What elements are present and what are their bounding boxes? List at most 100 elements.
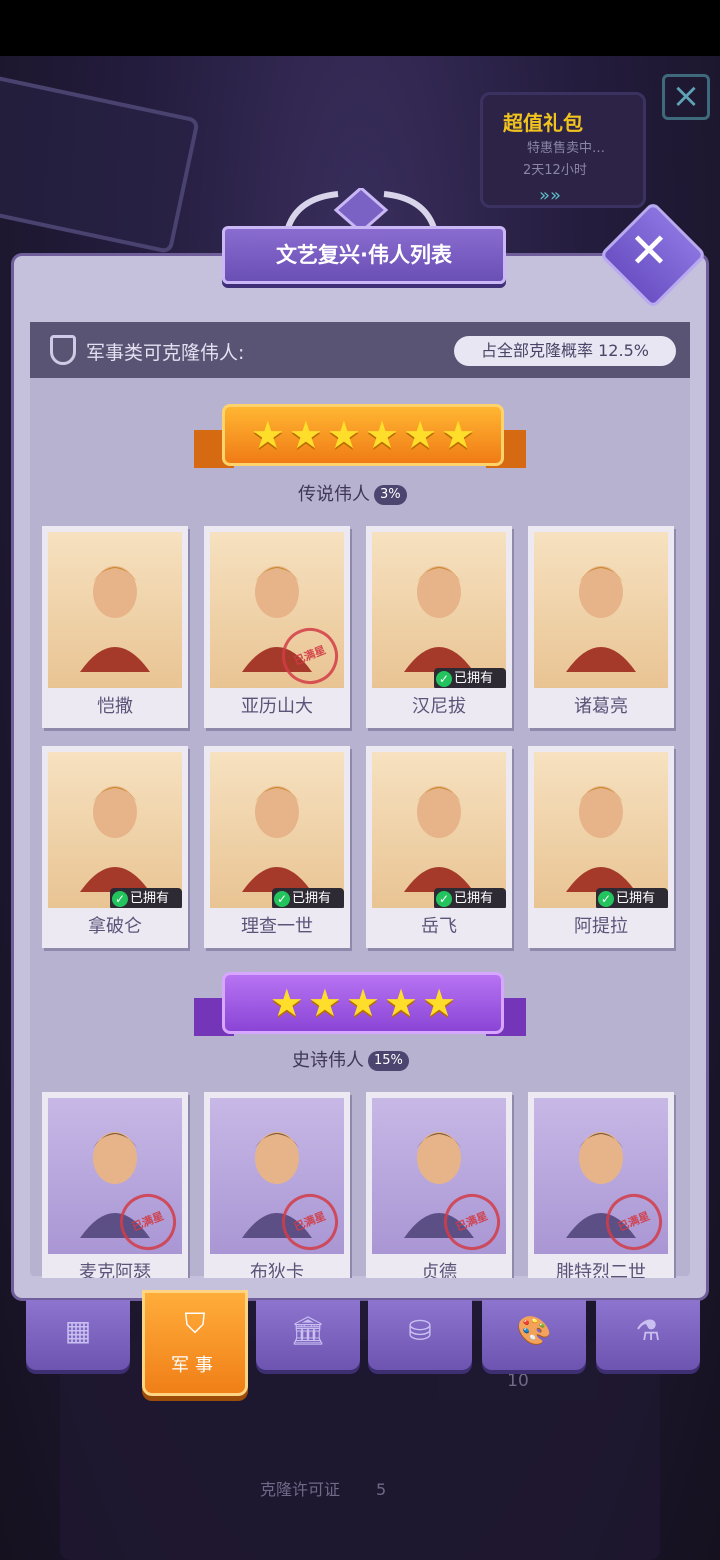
hero-portrait: 已满星 [48, 1098, 182, 1254]
epic-section-title: 史诗伟人 15% [292, 1046, 409, 1072]
hero-name: 布狄卡 [250, 1262, 304, 1278]
license-label: 克隆许可证 [260, 1480, 341, 1499]
star-icon: ★ [345, 981, 381, 1025]
promo-timer: 2天12小时 [523, 163, 587, 178]
section-percent-badge: 3% [374, 485, 407, 505]
star-icon: ★ [326, 413, 361, 457]
hero-portrait: 已满星 [372, 1098, 506, 1254]
star-icon: ★ [288, 413, 323, 457]
star-icon: ★ [422, 981, 457, 1025]
hero-figure-icon [566, 566, 636, 672]
hero-card[interactable]: ✓ 已拥有理查一世 [204, 746, 350, 948]
hero-card[interactable]: 诸葛亮 [528, 526, 674, 728]
tab-coins[interactable]: ⛁ [368, 1300, 472, 1370]
promo-title: 超值礼包 [503, 111, 583, 135]
hero-portrait [48, 532, 182, 688]
owned-label: 已拥有 [130, 891, 170, 906]
check-icon: ✓ [274, 890, 290, 907]
owned-label: 已拥有 [454, 891, 494, 906]
category-label: 军事类可克隆伟人: [86, 342, 245, 364]
hero-figure-icon [404, 566, 474, 672]
license-count: 5 [376, 1480, 387, 1499]
shield-icon [50, 335, 76, 365]
check-icon: ✓ [436, 890, 452, 907]
star-rating-6: ★ ★ ★ ★ ★ ★ [225, 407, 501, 463]
clone-license: 克隆许可证 5 [260, 1476, 386, 1500]
hero-name: 麦克阿瑟 [79, 1262, 151, 1278]
tab-flask[interactable]: ⚗ [596, 1300, 700, 1370]
hero-portrait: 已满星 [210, 532, 344, 688]
shield-icon: ⛉ [184, 1307, 206, 1340]
check-icon: ✓ [436, 670, 452, 687]
tab-shield[interactable]: ⛉ 军事 [142, 1290, 248, 1396]
section-name: 传说伟人 [298, 484, 370, 505]
star-icon: ★ [365, 413, 400, 457]
background-close-icon: × [662, 74, 710, 120]
section-name: 史诗伟人 [292, 1050, 364, 1071]
hero-card[interactable]: 已满星 麦克阿瑟 [42, 1092, 188, 1278]
owned-badge: ✓ 已拥有 [110, 888, 182, 908]
hero-portrait: 已满星 [210, 1098, 344, 1254]
check-icon: ✓ [598, 890, 614, 907]
hero-card[interactable]: 已满星 布狄卡 [204, 1092, 350, 1278]
hero-portrait: ✓ 已拥有 [48, 752, 182, 908]
star-rating-5: ★ ★ ★ ★ ★ [225, 975, 501, 1031]
tab-grid[interactable]: ▦ [26, 1300, 130, 1370]
hero-name: 阿提拉 [574, 916, 628, 937]
hero-card[interactable]: ✓ 已拥有拿破仑 [42, 746, 188, 948]
hero-card[interactable]: 已满星 腓特烈二世 [528, 1092, 674, 1278]
clone-rate-pill: 占全部克隆概率 12.5% [454, 336, 676, 366]
tab-palette[interactable]: 🎨 [482, 1300, 586, 1370]
hero-name: 拿破仑 [88, 916, 142, 937]
double-chevron-icon: »» [539, 185, 562, 206]
coins-icon: ⛁ [408, 1314, 432, 1347]
hero-name: 腓特烈二世 [556, 1262, 646, 1278]
owned-label: 已拥有 [292, 891, 332, 906]
hero-name: 贞德 [421, 1262, 457, 1278]
flask-icon: ⚗ [635, 1314, 661, 1347]
epic-star-ribbon: ★ ★ ★ ★ ★ [222, 972, 504, 1034]
panel-title-banner: 文艺复兴·伟人列表 [222, 226, 506, 284]
hero-name: 理查一世 [241, 916, 313, 937]
hero-card[interactable]: 已满星 贞德 [366, 1092, 512, 1278]
owned-label: 已拥有 [616, 891, 656, 906]
epic-hero-card-grid: 已满星 麦克阿瑟 已满星 布狄卡 已满星 贞德 已满星 腓特烈二世 [0, 1090, 720, 1278]
hero-portrait: ✓ 已拥有 [372, 532, 506, 688]
grid-icon: ▦ [64, 1314, 92, 1347]
panel-title: 文艺复兴·伟人列表 [276, 243, 452, 267]
owned-badge: ✓ 已拥有 [434, 888, 506, 908]
hero-portrait [534, 532, 668, 688]
star-icon: ★ [384, 981, 419, 1025]
hero-card[interactable]: ✓ 已拥有岳飞 [366, 746, 512, 948]
promo-subtitle: 特惠售卖中… [527, 141, 606, 156]
tab-label: 军事 [171, 1355, 219, 1376]
owned-badge: ✓ 已拥有 [596, 888, 668, 908]
hero-figure-icon [242, 786, 312, 892]
hero-figure-icon [80, 786, 150, 892]
hero-portrait: ✓ 已拥有 [210, 752, 344, 908]
hero-name: 汉尼拔 [412, 696, 466, 717]
star-icon: ★ [403, 413, 438, 457]
star-icon: ★ [441, 413, 476, 457]
legendary-section-title: 传说伟人 3% [298, 480, 407, 506]
tab-museum[interactable]: 🏛 [256, 1300, 360, 1370]
hero-card[interactable]: ✓ 已拥有汉尼拔 [366, 526, 512, 728]
status-bar [0, 0, 720, 56]
hero-portrait: ✓ 已拥有 [372, 752, 506, 908]
hero-name: 亚历山大 [241, 696, 313, 717]
palette-icon: 🎨 [516, 1314, 552, 1347]
owned-badge: ✓ 已拥有 [272, 888, 344, 908]
star-icon: ★ [269, 981, 304, 1025]
hero-name: 诸葛亮 [574, 696, 628, 717]
hero-card[interactable]: 恺撒 [42, 526, 188, 728]
hero-figure-icon [404, 786, 474, 892]
hero-name: 岳飞 [421, 916, 457, 937]
owned-badge: ✓ 已拥有 [434, 668, 506, 688]
close-icon[interactable]: ✕ [604, 206, 694, 296]
hero-card[interactable]: 已满星 亚历山大 [204, 526, 350, 728]
hero-portrait: 已满星 [534, 1098, 668, 1254]
owned-label: 已拥有 [454, 671, 494, 686]
hero-figure-icon [80, 566, 150, 672]
promo-pack-badge[interactable]: 超值礼包 特惠售卖中… 2天12小时 »» [480, 92, 646, 208]
hero-card[interactable]: ✓ 已拥有阿提拉 [528, 746, 674, 948]
